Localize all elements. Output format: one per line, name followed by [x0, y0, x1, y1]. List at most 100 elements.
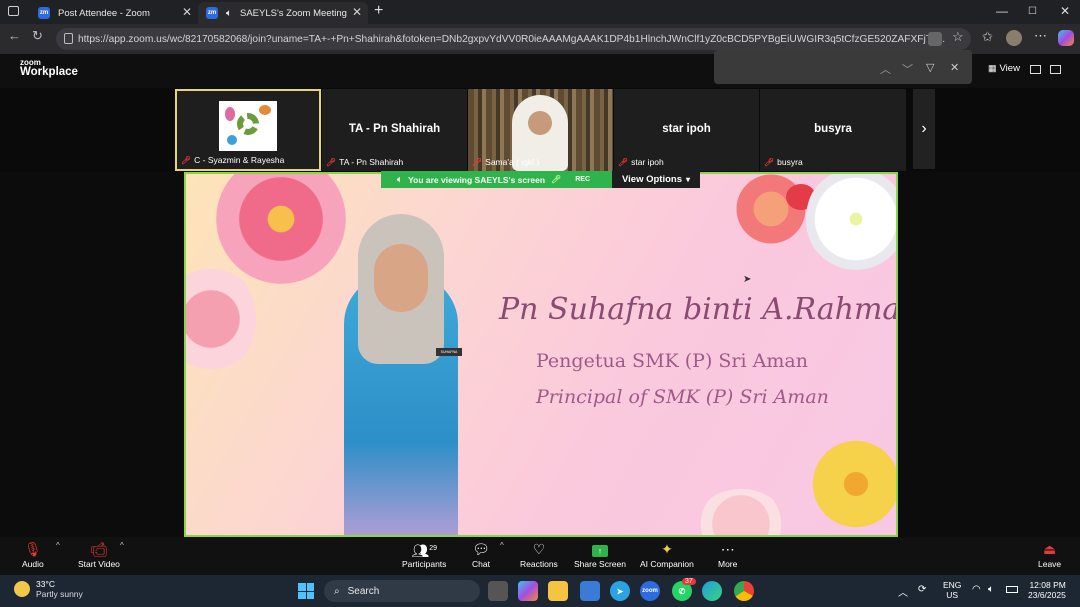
- layout-icon[interactable]: [1030, 65, 1041, 74]
- task-view-icon[interactable]: [488, 581, 508, 601]
- share-screen-icon: ↑: [591, 539, 608, 559]
- name-badge: SUHAFNA: [436, 348, 462, 356]
- participant-tile[interactable]: TA - Pn Shahirah 🎤︎ TA - Pn Shahirah: [322, 89, 467, 171]
- reactions-button[interactable]: ♡ Reactions: [520, 539, 558, 569]
- url-input[interactable]: https://app.zoom.us/wc/82170582068/join?…: [56, 28, 971, 50]
- close-tab-icon[interactable]: ✕: [352, 5, 362, 19]
- participants-icon: 👥︎29: [411, 542, 437, 559]
- participants-count: 29: [429, 545, 437, 552]
- speaker-icon[interactable]: 🔈︎: [226, 8, 232, 19]
- participant-name: star ipoh: [662, 123, 711, 135]
- zoom-favicon-icon: zm: [38, 7, 50, 19]
- battery-icon[interactable]: [1006, 586, 1018, 593]
- fullscreen-icon[interactable]: [1050, 65, 1061, 74]
- tray-chevron-icon[interactable]: ︿: [898, 584, 908, 599]
- participant-caption: 🎤︎ C - Syazmin & Rayesha: [181, 155, 285, 165]
- audio-button[interactable]: 🎙︎ Audio: [22, 539, 44, 569]
- more-icon: ⋯: [720, 541, 735, 557]
- volume-icon[interactable]: 🔈︎: [988, 584, 994, 595]
- leave-button[interactable]: ⏏︎ Leave: [1038, 539, 1061, 569]
- maximize-icon[interactable]: ☐: [1028, 6, 1037, 17]
- view-options-label: View Options: [621, 174, 682, 185]
- flower-decoration: [186, 264, 256, 374]
- mouse-cursor-icon: ➤: [743, 274, 752, 285]
- pink-flower-decoration: [696, 489, 786, 535]
- minimize-icon[interactable]: —: [996, 4, 1008, 18]
- close-tab-icon[interactable]: ✕: [182, 5, 192, 19]
- next-page-button[interactable]: ›: [913, 89, 935, 169]
- view-options-button[interactable]: View Options ▾: [612, 171, 700, 188]
- clock[interactable]: 12:08 PM 23/6/2025: [1028, 580, 1066, 600]
- chevron-down-icon: ▾: [686, 175, 691, 184]
- heart-icon: ♡: [532, 541, 546, 557]
- tab-actions-icon[interactable]: [8, 6, 19, 16]
- more-button[interactable]: ⋯ More: [718, 539, 737, 569]
- viewing-banner: 🔈︎ You are viewing SAEYLS's screen 🎤︎ RE…: [381, 171, 612, 188]
- share-screen-button[interactable]: ↑ Share Screen: [574, 539, 626, 569]
- participant-tile[interactable]: 🎤︎ C - Syazmin & Rayesha: [175, 89, 321, 171]
- slide-name-text: Pn Suhafna binti A.Rahman: [499, 292, 898, 327]
- whatsapp-badge: 37: [682, 578, 696, 585]
- chevron-right-icon: ›: [921, 120, 927, 137]
- speaker-icon: 🔈︎: [397, 174, 403, 184]
- viewing-banner-text: You are viewing SAEYLS's screen: [408, 174, 546, 185]
- profile-avatar[interactable]: [1006, 30, 1022, 46]
- chat-options-caret[interactable]: ^: [500, 541, 504, 550]
- file-explorer-icon[interactable]: [548, 581, 568, 601]
- video-off-icon: 📹︎: [90, 541, 108, 557]
- more-options-icon[interactable]: ⋯: [1034, 28, 1047, 44]
- browser-tab-bar: zm Post Attendee - Zoom ✕ zm 🔈︎ SAEYLS's…: [0, 0, 1080, 24]
- ai-companion-button[interactable]: ✦ AI Companion: [640, 539, 694, 569]
- window-close-icon[interactable]: ✕: [1060, 4, 1070, 18]
- copilot-app-icon[interactable]: [518, 581, 538, 601]
- view-button[interactable]: ▦ View: [988, 63, 1020, 74]
- tab-post-attendee[interactable]: zm Post Attendee - Zoom ✕: [30, 2, 198, 24]
- language-indicator[interactable]: ENG US: [943, 580, 961, 600]
- taskbar-search[interactable]: ⌕ Search: [324, 580, 480, 602]
- grid-icon: ▦: [988, 63, 997, 73]
- participant-tile[interactable]: 🎤︎ Sama'a ( iqkl ): [468, 89, 613, 171]
- video-options-caret[interactable]: ^: [120, 541, 124, 550]
- participants-button[interactable]: 👥︎29 Participants: [402, 539, 446, 569]
- refresh-icon[interactable]: ↻: [32, 28, 43, 44]
- view-label: View: [999, 63, 1020, 74]
- tray-app-icon[interactable]: ⟳: [918, 584, 926, 595]
- find-next-icon[interactable]: ﹀: [902, 61, 913, 77]
- store-icon[interactable]: [580, 581, 600, 601]
- weather-widget[interactable]: 33°C Partly sunny: [14, 579, 83, 599]
- new-tab-icon[interactable]: +: [374, 2, 383, 20]
- back-icon[interactable]: ←: [8, 28, 21, 43]
- participant-tile[interactable]: busyra 🎤︎ busyra: [760, 89, 906, 171]
- find-close-icon[interactable]: ✕: [950, 61, 959, 74]
- chrome-icon[interactable]: [734, 581, 754, 601]
- participant-tile[interactable]: star ipoh 🎤︎ star ipoh: [614, 89, 759, 171]
- start-button[interactable]: [298, 583, 314, 599]
- muted-mic-icon: 🎤︎: [764, 157, 775, 167]
- start-video-button[interactable]: 📹︎ Start Video: [78, 539, 120, 569]
- chat-button[interactable]: 💬︎ Chat: [472, 539, 490, 569]
- zoom-app-icon[interactable]: zoom: [640, 581, 660, 601]
- favorite-star-icon[interactable]: ☆: [952, 29, 964, 45]
- principal-photo: SUHAFNA: [306, 214, 496, 535]
- white-flower-decoration: [806, 174, 896, 274]
- edge-icon[interactable]: [702, 581, 722, 601]
- find-previous-icon[interactable]: ︿: [880, 61, 891, 77]
- extension-icon[interactable]: [928, 32, 942, 46]
- weather-icon: [14, 581, 30, 597]
- tab-title: SAEYLS's Zoom Meeting: [240, 7, 347, 19]
- tab-zoom-meeting[interactable]: zm 🔈︎ SAEYLS's Zoom Meeting ✕: [198, 2, 368, 24]
- filter-icon[interactable]: ▽: [926, 61, 934, 74]
- muted-mic-icon: 🎙︎: [23, 541, 42, 557]
- audio-options-caret[interactable]: ^: [56, 541, 60, 550]
- copilot-icon[interactable]: [1058, 30, 1074, 46]
- favorites-icon[interactable]: ✩: [982, 29, 993, 45]
- site-info-icon[interactable]: [64, 33, 73, 44]
- search-icon: ⌕: [334, 585, 340, 597]
- wifi-icon[interactable]: ◠: [972, 584, 981, 595]
- participant-caption: 🎤︎ busyra: [764, 157, 803, 167]
- participant-name: busyra: [814, 123, 852, 135]
- weather-temp: 33°C: [36, 579, 55, 589]
- muted-mic-icon: 🎤︎: [326, 157, 337, 167]
- telegram-icon[interactable]: ➤: [610, 581, 630, 601]
- chat-icon: 💬︎: [472, 541, 490, 557]
